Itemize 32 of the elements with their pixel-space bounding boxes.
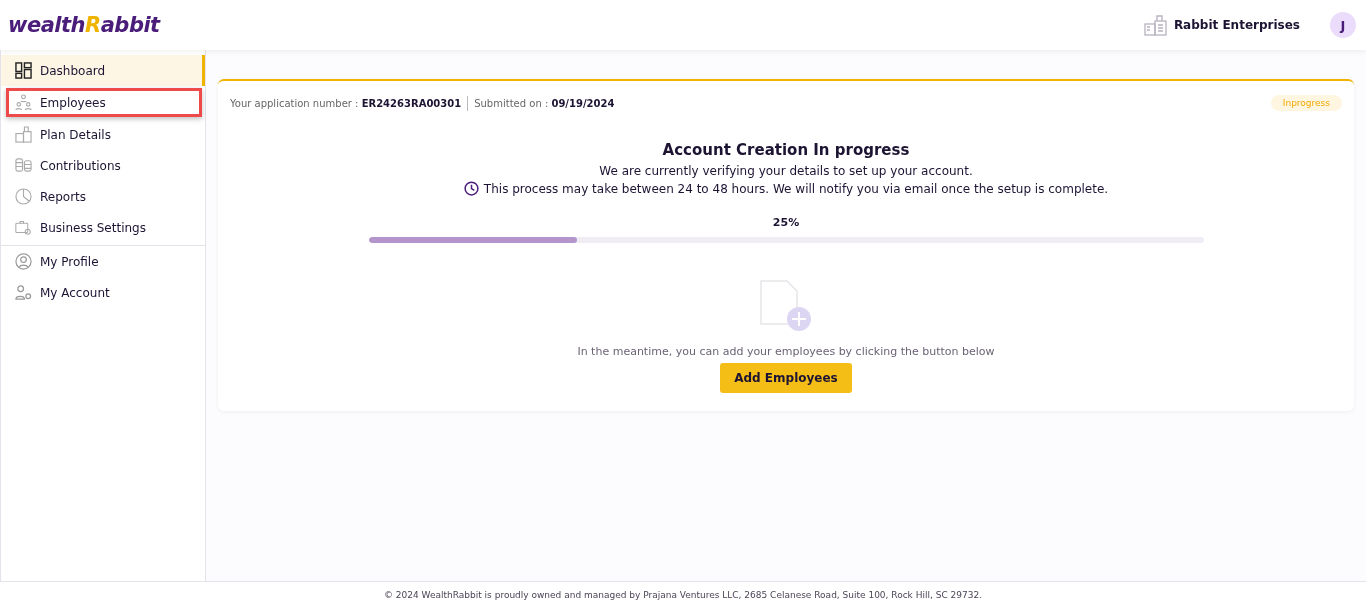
status-message: We are currently verifying your details to set up your account.	[599, 164, 973, 178]
coins-icon	[15, 157, 32, 174]
user-avatar[interactable]: J	[1330, 12, 1356, 38]
document-add-icon	[759, 280, 813, 332]
clock-icon	[463, 181, 479, 196]
sidebar-item[interactable]: Reports	[1, 181, 205, 212]
briefcase-gear-icon	[15, 219, 32, 236]
user-gear-icon	[15, 284, 32, 301]
sidebar-item[interactable]: My Profile	[1, 246, 205, 277]
progress-reading: 25%	[772, 216, 800, 229]
sidebar-item[interactable]: My Account	[1, 277, 205, 308]
notice-text: This process may take between 24 to 48 hours. We will notify you via email once the setup is complete.	[483, 181, 1109, 196]
sidebar-item[interactable]: Employees	[6, 88, 202, 117]
company-name: Rabbit Enterprises	[1173, 18, 1300, 32]
user-circle-icon	[15, 253, 32, 270]
building-icon	[1143, 14, 1168, 36]
sidebar-item[interactable]: Business Settings	[1, 212, 205, 243]
status-badge: Inprogress	[1270, 95, 1342, 111]
people-icon	[15, 94, 32, 111]
sidebar-item[interactable]: Dashboard	[1, 55, 205, 86]
add-employees-button[interactable]: Add Employees	[720, 363, 852, 393]
hint-text: In the meantime, you can add your employees by clicking the button below	[577, 345, 995, 358]
application-number: Your application number : ER24263RA00301	[230, 97, 462, 109]
logo[interactable]: wealthRabbit	[8, 13, 160, 37]
submitted-date: Submitted on : 09/19/2024	[474, 97, 615, 109]
footer-text: © 2024 WealthRabbit is proudly owned and managed by Prajana Ventures LLC, 2685 Celanese Road, Suite 100, Rock Hill, SC 29732.	[383, 589, 983, 600]
sidebar-item[interactable]: Plan Details	[1, 119, 205, 150]
pie-chart-icon	[15, 188, 32, 205]
building-icon	[15, 126, 32, 143]
sidebar-item[interactable]: Contributions	[1, 150, 205, 181]
card-title: Account Creation In progress	[662, 141, 910, 159]
dashboard-icon	[15, 62, 32, 79]
